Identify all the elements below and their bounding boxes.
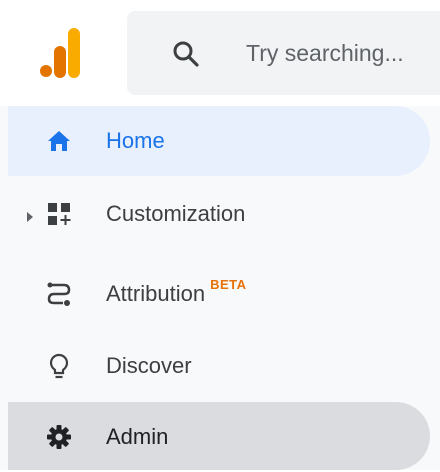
sidebar-item-label: Discover xyxy=(106,353,192,378)
sidebar-nav: Home Customization Attribution BETA Disc… xyxy=(0,106,440,470)
route-icon xyxy=(46,281,72,307)
sidebar-item-discover[interactable]: Discover xyxy=(8,331,430,401)
sidebar-item-home[interactable]: Home xyxy=(8,106,430,176)
dashboard-customize-icon xyxy=(46,201,72,227)
analytics-logo-icon[interactable] xyxy=(38,26,88,80)
search-bar[interactable]: Try searching... xyxy=(127,11,440,95)
sidebar-item-label: Home xyxy=(106,128,165,153)
sidebar-item-label: Customization xyxy=(106,201,246,226)
triangle-right-icon[interactable] xyxy=(26,209,34,222)
sidebar-item-customization[interactable]: Customization xyxy=(8,179,430,249)
search-placeholder: Try searching... xyxy=(246,40,404,66)
beta-badge: BETA xyxy=(210,277,247,292)
sidebar-item-label: Attribution xyxy=(106,281,206,306)
attribution-label-group: Attribution BETA xyxy=(106,259,247,329)
sidebar-item-admin[interactable]: Admin xyxy=(8,402,430,470)
gear-icon xyxy=(46,424,72,450)
lightbulb-icon xyxy=(46,353,72,379)
top-bar: Try searching... xyxy=(0,0,440,106)
sidebar-item-attribution[interactable]: Attribution BETA xyxy=(8,259,430,329)
search-icon[interactable] xyxy=(171,39,201,69)
home-icon xyxy=(46,128,72,154)
sidebar-item-label: Admin xyxy=(106,424,169,449)
